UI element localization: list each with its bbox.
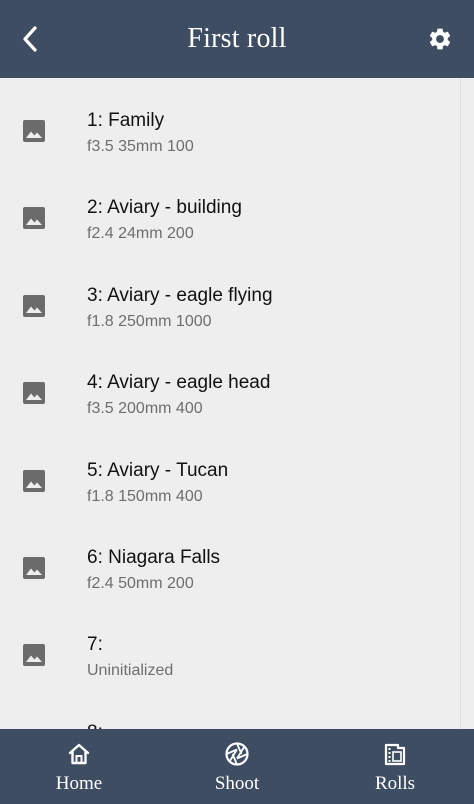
nav-home[interactable]: Home <box>0 729 158 804</box>
chevron-left-icon <box>23 26 37 52</box>
list-item[interactable]: 6: Niagara Falls f2.4 50mm 200 <box>0 525 474 612</box>
settings-button[interactable] <box>426 25 454 53</box>
image-icon <box>22 556 46 580</box>
bottom-nav: Home Shoot Rolls <box>0 729 474 804</box>
gear-icon <box>429 28 451 50</box>
home-icon <box>66 741 92 767</box>
image-icon <box>22 381 46 405</box>
frame-title: 3: Aviary - eagle flying <box>87 284 273 306</box>
app-bar: First roll <box>0 0 474 78</box>
frame-settings: f1.8 150mm 400 <box>87 487 203 505</box>
frame-settings: f2.4 50mm 200 <box>87 574 194 592</box>
frame-title: 2: Aviary - building <box>87 197 242 219</box>
list-item-text: 5: Aviary - Tucan f1.8 150mm 400 <box>87 459 464 507</box>
frame-title: 1: Family <box>87 110 165 131</box>
page-title: First roll <box>187 23 287 54</box>
frame-settings: f3.5 35mm 100 <box>87 138 194 155</box>
frame-settings: Uninitialized <box>87 662 174 680</box>
aperture-icon <box>224 741 250 767</box>
list-item-text: 2: Aviary - building f2.4 24mm 200 <box>87 196 464 244</box>
scrollbar[interactable] <box>460 78 474 729</box>
list-item[interactable]: 7: Uninitialized <box>0 612 474 699</box>
list-item-text: 8:Uninitialized <box>87 721 464 729</box>
list-item[interactable]: 1: Family f3.5 35mm 100 <box>0 88 474 175</box>
frame-settings: f1.8 250mm 1000 <box>87 312 212 330</box>
nav-shoot-label: Shoot <box>214 773 260 794</box>
image-icon <box>22 294 46 318</box>
list-item[interactable]: 3: Aviary - eagle flying f1.8 250mm 1000 <box>0 263 474 350</box>
frame-settings: f3.5 200mm 400 <box>87 400 203 418</box>
frame-title: 4: Aviary - eagle head <box>87 372 271 394</box>
list-item-text: 4: Aviary - eagle head f3.5 200mm 400 <box>87 371 464 419</box>
list-item-text: 1: Family f3.5 35mm 100 <box>87 109 464 157</box>
list-item-text: 7: Uninitialized <box>87 633 464 681</box>
nav-rolls-label: Rolls <box>374 773 416 794</box>
nav-shoot[interactable]: Shoot <box>158 729 316 804</box>
frame-title: 5: Aviary - Tucan <box>87 459 229 481</box>
frame-list[interactable]: 1: Family f3.5 35mm 100 2: Aviary - buildi… <box>0 78 474 729</box>
list-item[interactable]: 4: Aviary - eagle head f3.5 200mm 400 <box>0 350 474 437</box>
back-button[interactable] <box>14 22 46 56</box>
image-icon <box>22 119 46 143</box>
list-item[interactable]: 8:Uninitialized <box>0 700 474 729</box>
frame-title: 6: Niagara Falls <box>87 546 221 568</box>
frame-title: 8: <box>87 721 464 729</box>
nav-rolls[interactable]: Rolls <box>316 729 474 804</box>
frame-settings: f2.4 24mm 200 <box>87 225 194 243</box>
list-item-text: 6: Niagara Falls f2.4 50mm 200 <box>87 546 464 594</box>
list-item[interactable]: 2: Aviary - building f2.4 24mm 200 <box>0 175 474 262</box>
list-item-text: 3: Aviary - eagle flying f1.8 250mm 1000 <box>87 284 464 332</box>
image-icon <box>22 206 46 230</box>
film-roll-icon <box>382 741 408 767</box>
image-icon <box>22 469 46 493</box>
frame-title: 7: <box>87 634 103 656</box>
image-icon <box>22 643 46 667</box>
list-item[interactable]: 5: Aviary - Tucan f1.8 150mm 400 <box>0 438 474 525</box>
nav-home-label: Home <box>55 773 103 794</box>
